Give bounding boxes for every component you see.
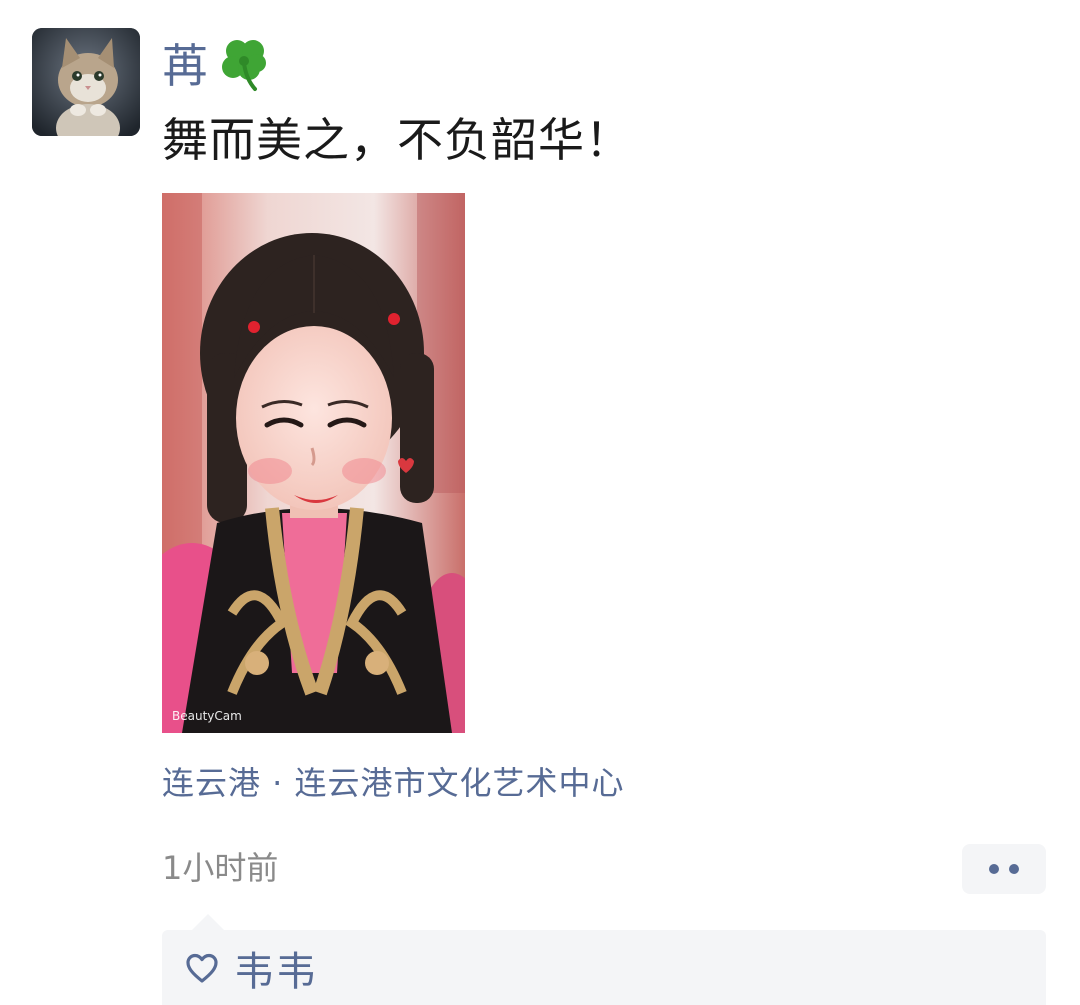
location-link[interactable]: 连云港 · 连云港市文化艺术中心 bbox=[162, 758, 625, 804]
post-text: 舞而美之，不负韶华！ bbox=[162, 113, 632, 167]
more-dot-icon bbox=[1009, 864, 1019, 874]
moments-post: 苒 舞而美之，不负韶华！ BeautyCam 连云港 · 连云港市文化艺术中心 … bbox=[0, 0, 1080, 1005]
more-actions-button[interactable] bbox=[962, 844, 1046, 894]
more-dot-icon bbox=[989, 864, 999, 874]
liker-name[interactable]: 韦韦 bbox=[234, 939, 318, 997]
photo-watermark: BeautyCam bbox=[172, 709, 242, 723]
post-photo[interactable]: BeautyCam bbox=[162, 193, 465, 733]
four-leaf-clover-icon bbox=[215, 33, 275, 93]
likes-panel: 韦韦 bbox=[162, 914, 1046, 1005]
author-avatar[interactable] bbox=[32, 28, 140, 136]
author-name[interactable]: 苒 bbox=[162, 30, 275, 96]
author-name-text[interactable]: 苒 bbox=[162, 30, 209, 96]
post-timestamp: 1小时前 bbox=[162, 849, 279, 887]
heart-outline-icon bbox=[186, 953, 218, 983]
